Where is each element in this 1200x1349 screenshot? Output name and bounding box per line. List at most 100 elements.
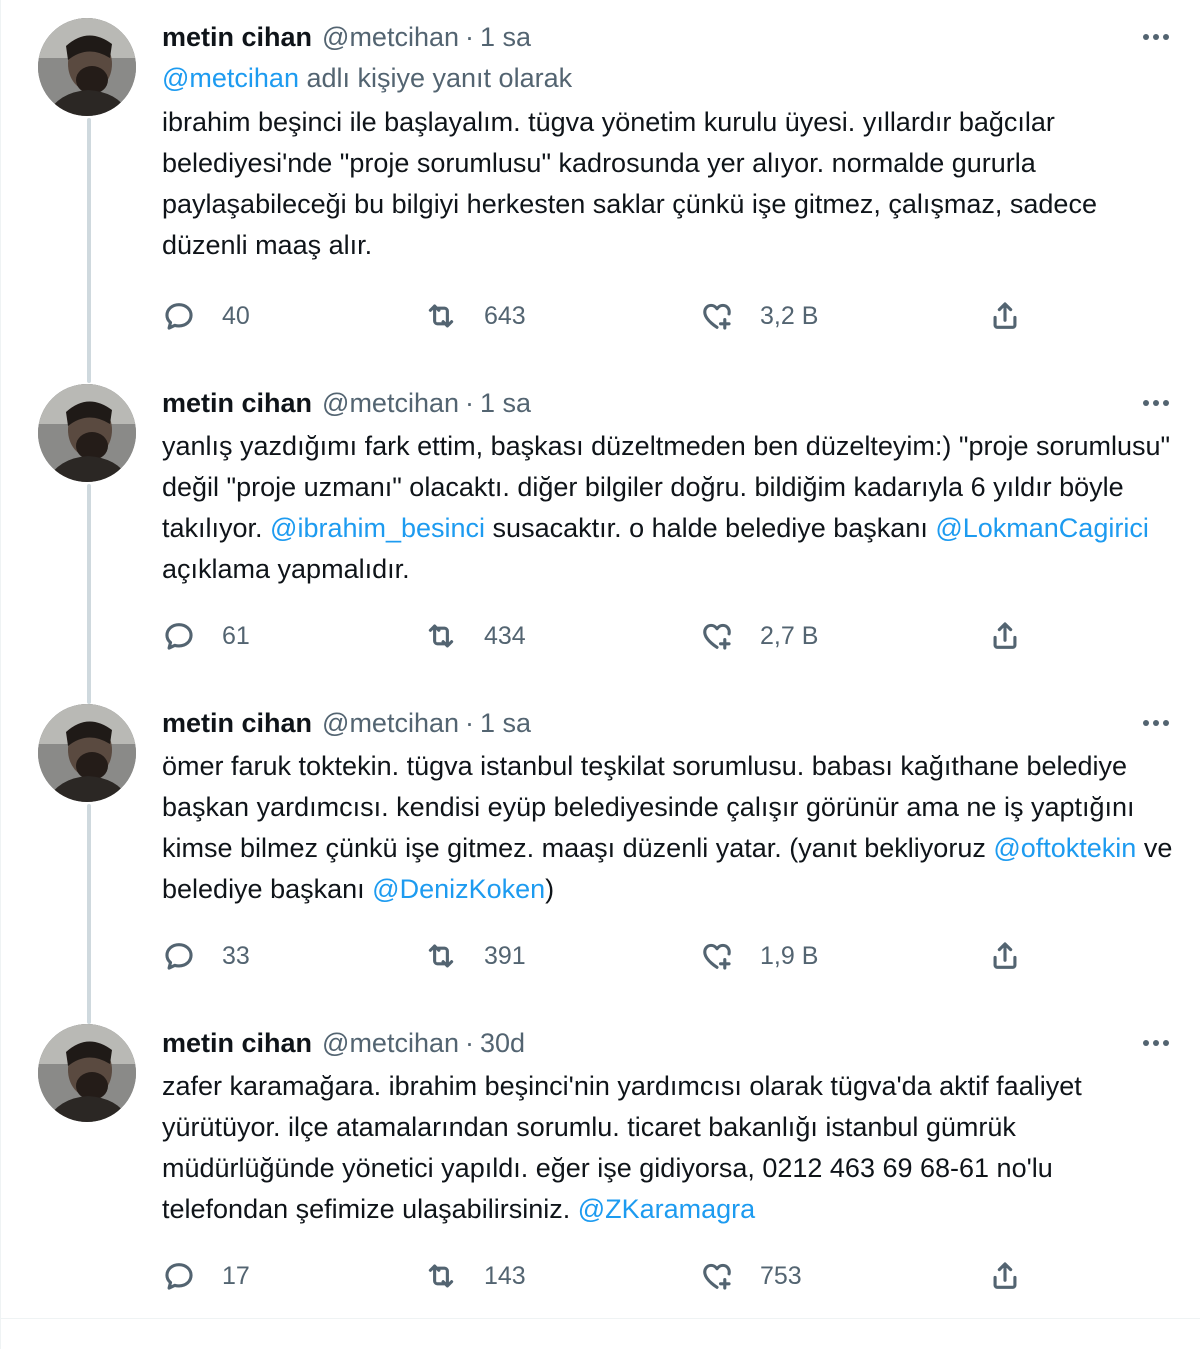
separator: · bbox=[465, 708, 474, 738]
separator: · bbox=[465, 1028, 474, 1058]
reply-button[interactable]: 17 bbox=[162, 1256, 250, 1296]
like-icon bbox=[703, 623, 731, 650]
more-icon[interactable] bbox=[1135, 706, 1177, 740]
share-icon bbox=[993, 1262, 1017, 1289]
tweet-thread: metin cihan @metcihan · 1 sa @metcihan a… bbox=[0, 0, 1200, 1349]
reply-button[interactable]: 33 bbox=[162, 936, 250, 976]
retweet-icon bbox=[428, 1264, 454, 1288]
retweet-count: 391 bbox=[484, 941, 526, 970]
share-button[interactable] bbox=[988, 1256, 1022, 1296]
separator: · bbox=[465, 22, 474, 52]
tweet-text: ömer faruk toktekin. tügva istanbul teşk… bbox=[162, 746, 1177, 910]
timestamp[interactable]: 1 sa bbox=[480, 706, 531, 740]
author-name[interactable]: metin cihan bbox=[162, 1026, 312, 1060]
timestamp[interactable]: 1 sa bbox=[480, 386, 531, 420]
separator: · bbox=[465, 388, 474, 418]
reply-button[interactable]: 61 bbox=[162, 616, 250, 656]
reply-count: 33 bbox=[222, 941, 250, 970]
tweet-actions: 61 434 2,7 B bbox=[162, 616, 1042, 656]
reply-count: 61 bbox=[222, 621, 250, 650]
mention-link[interactable]: @DenizKoken bbox=[372, 874, 545, 904]
tweet-text-segment: ömer faruk toktekin. tügva istanbul teşk… bbox=[162, 751, 1135, 863]
thread-line bbox=[87, 484, 91, 704]
avatar-image bbox=[38, 384, 136, 482]
tweet-text: yanlış yazdığımı fark ettim, başkası düz… bbox=[162, 426, 1177, 590]
retweet-count: 143 bbox=[484, 1261, 526, 1290]
retweet-icon bbox=[428, 944, 454, 968]
more-icon[interactable] bbox=[1135, 1026, 1177, 1060]
like-count: 753 bbox=[760, 1261, 802, 1290]
like-count: 1,9 B bbox=[760, 941, 819, 970]
like-icon bbox=[703, 303, 731, 330]
tweet-text-segment: ) bbox=[545, 874, 555, 904]
tweet-text-segment: ibrahim beşinci ile başlayalım. tügva yö… bbox=[162, 107, 1097, 260]
author-handle[interactable]: @metcihan bbox=[322, 706, 459, 740]
reply-icon bbox=[165, 623, 193, 650]
mention-link[interactable]: @oftoktekin bbox=[993, 833, 1136, 863]
share-icon bbox=[993, 302, 1017, 329]
more-icon[interactable] bbox=[1135, 386, 1177, 420]
more-icon[interactable] bbox=[1135, 20, 1177, 54]
like-button[interactable]: 2,7 B bbox=[700, 616, 818, 656]
timestamp[interactable]: 1 sa bbox=[480, 20, 531, 54]
tweet-header: metin cihan @metcihan · 1 sa bbox=[162, 386, 1177, 420]
like-button[interactable]: 3,2 B bbox=[700, 296, 818, 336]
mention-link[interactable]: @ZKaramagra bbox=[578, 1194, 755, 1224]
avatar-image bbox=[38, 18, 136, 116]
thread-line bbox=[87, 804, 91, 1024]
avatar-image bbox=[38, 1024, 136, 1122]
author-handle[interactable]: @metcihan bbox=[322, 1026, 459, 1060]
retweet-icon bbox=[428, 304, 454, 328]
like-button[interactable]: 1,9 B bbox=[700, 936, 818, 976]
timestamp[interactable]: 30d bbox=[480, 1026, 525, 1060]
author-name[interactable]: metin cihan bbox=[162, 20, 312, 54]
tweet-text-segment: açıklama yapmalıdır. bbox=[162, 554, 410, 584]
like-button[interactable]: 753 bbox=[700, 1256, 802, 1296]
like-icon bbox=[703, 943, 731, 970]
tweet-actions: 17 143 753 bbox=[162, 1256, 1042, 1296]
reply-context: @metcihan adlı kişiye yanıt olarak bbox=[162, 58, 1177, 98]
retweet-count: 643 bbox=[484, 301, 526, 330]
mention-link[interactable]: @LokmanCagirici bbox=[935, 513, 1148, 543]
share-icon bbox=[993, 622, 1017, 649]
reply-count: 40 bbox=[222, 301, 250, 330]
reply-icon bbox=[165, 943, 193, 970]
retweet-button[interactable]: 391 bbox=[424, 936, 526, 976]
retweet-count: 434 bbox=[484, 621, 526, 650]
avatar[interactable] bbox=[38, 1024, 136, 1122]
reply-count: 17 bbox=[222, 1261, 250, 1290]
avatar[interactable] bbox=[38, 18, 136, 116]
retweet-button[interactable]: 643 bbox=[424, 296, 526, 336]
share-icon bbox=[993, 942, 1017, 969]
tweet-actions: 33 391 1,9 B bbox=[162, 936, 1042, 976]
tweet-text-segment: susacaktır. o halde belediye başkanı bbox=[485, 513, 936, 543]
tweet-text: zafer karamağara. ibrahim beşinci'nin ya… bbox=[162, 1066, 1177, 1230]
avatar-image bbox=[38, 704, 136, 802]
reply-button[interactable]: 40 bbox=[162, 296, 250, 336]
author-name[interactable]: metin cihan bbox=[162, 386, 312, 420]
author-name[interactable]: metin cihan bbox=[162, 706, 312, 740]
like-icon bbox=[703, 1263, 731, 1290]
mention-link[interactable]: @ibrahim_besinci bbox=[270, 513, 485, 543]
reply-icon bbox=[165, 303, 193, 330]
divider bbox=[1, 1318, 1200, 1319]
author-handle[interactable]: @metcihan bbox=[322, 20, 459, 54]
author-handle[interactable]: @metcihan bbox=[322, 386, 459, 420]
tweet-header: metin cihan @metcihan · 1 sa bbox=[162, 706, 1177, 740]
tweet-header: metin cihan @metcihan · 1 sa bbox=[162, 20, 1177, 54]
tweet-text: ibrahim beşinci ile başlayalım. tügva yö… bbox=[162, 102, 1177, 266]
share-button[interactable] bbox=[988, 296, 1022, 336]
tweet-actions: 40 643 3,2 B bbox=[162, 296, 1042, 336]
reply-mention-link[interactable]: @metcihan bbox=[162, 63, 299, 93]
retweet-icon bbox=[428, 624, 454, 648]
share-button[interactable] bbox=[988, 616, 1022, 656]
avatar[interactable] bbox=[38, 384, 136, 482]
avatar[interactable] bbox=[38, 704, 136, 802]
like-count: 2,7 B bbox=[760, 621, 819, 650]
reply-context-text: adlı kişiye yanıt olarak bbox=[298, 63, 573, 93]
reply-icon bbox=[165, 1263, 193, 1290]
retweet-button[interactable]: 434 bbox=[424, 616, 526, 656]
share-button[interactable] bbox=[988, 936, 1022, 976]
retweet-button[interactable]: 143 bbox=[424, 1256, 526, 1296]
thread-line bbox=[87, 118, 91, 383]
